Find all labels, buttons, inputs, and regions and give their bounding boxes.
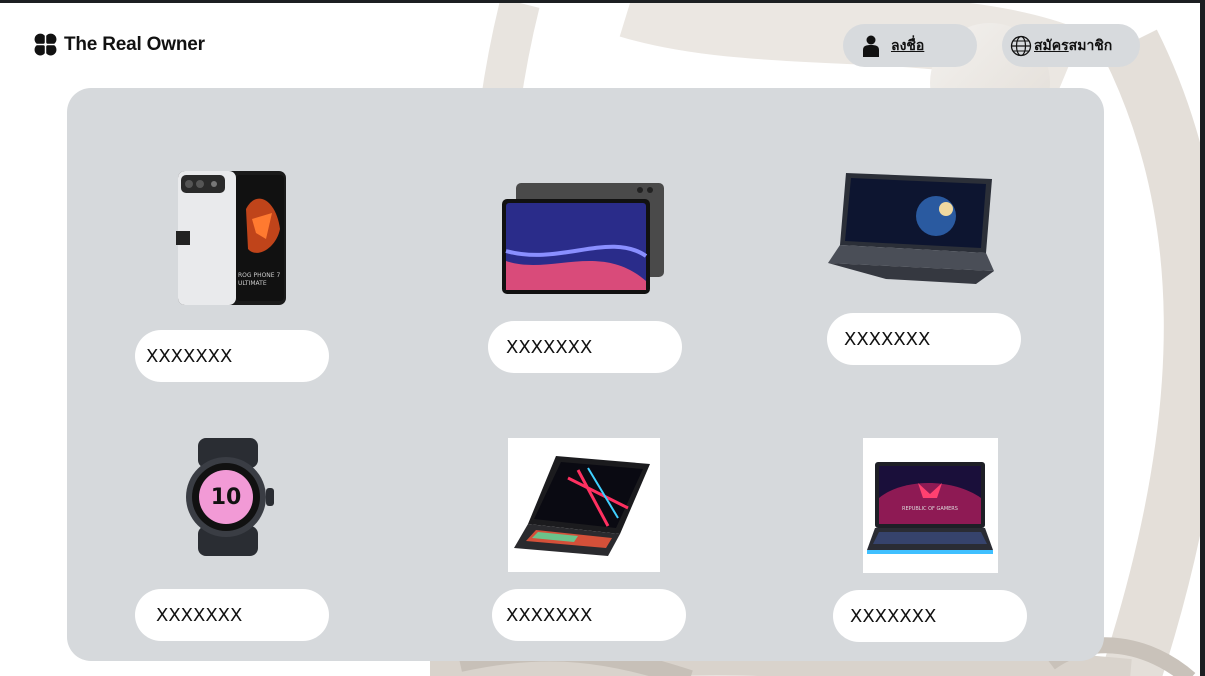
product-image-frame <box>508 438 660 572</box>
register-button[interactable]: สมัครสมาชิก <box>1002 24 1140 67</box>
gaming-laptop-icon[interactable] <box>508 438 660 572</box>
product-name-pill[interactable]: XXXXXXX <box>492 589 686 641</box>
product-name-pill[interactable]: XXXXXXX <box>827 313 1021 365</box>
laptop-icon[interactable] <box>826 171 994 286</box>
product-name-pill[interactable]: XXXXXXX <box>833 590 1027 642</box>
svg-text:ROG PHONE 7: ROG PHONE 7 <box>238 272 280 279</box>
product-name-pill[interactable]: XXXXXXX <box>488 321 682 373</box>
globe-icon <box>1010 35 1032 56</box>
svg-text:ULTIMATE: ULTIMATE <box>238 280 267 287</box>
login-button[interactable]: ลงชื่อ <box>843 24 977 67</box>
svg-text:REPUBLIC OF GAMERS: REPUBLIC OF GAMERS <box>902 506 958 512</box>
register-label: สมัครสมาชิก <box>1034 35 1112 57</box>
smartwatch-icon[interactable]: 10 <box>176 438 278 556</box>
svg-text:10: 10 <box>211 485 242 510</box>
product-image-frame: REPUBLIC OF GAMERS <box>863 438 998 573</box>
product-name-pill[interactable]: XXXXXXX <box>135 330 329 382</box>
rog-phone-icon[interactable]: ROG PHONE 7 ULTIMATE <box>176 169 288 307</box>
product-name-pill[interactable]: XXXXXXX <box>135 589 329 641</box>
login-label: ลงชื่อ <box>891 37 925 54</box>
user-icon <box>863 35 879 57</box>
tablet-icon[interactable] <box>500 181 666 296</box>
flower-logo-icon <box>33 32 58 57</box>
register-label-underlined: สมัคร <box>1034 37 1069 54</box>
brand-logo[interactable]: The Real Owner <box>33 32 205 57</box>
register-label-rest: สมาชิก <box>1068 37 1113 54</box>
gaming-laptop-icon[interactable]: REPUBLIC OF GAMERS <box>863 438 998 573</box>
brand-name: The Real Owner <box>64 33 205 55</box>
